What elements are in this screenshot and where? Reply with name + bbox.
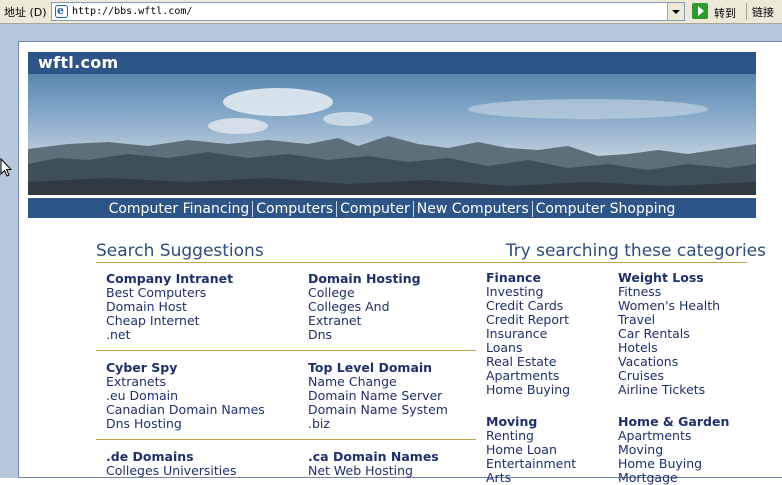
category-link[interactable]: Home Buying — [486, 383, 611, 397]
suggestion-link[interactable]: Best Computers — [106, 286, 296, 300]
category-group: Home & Garden Apartments Moving Home Buy… — [618, 415, 743, 485]
suggestion-link[interactable]: Extranets — [106, 375, 296, 389]
go-label: 转到 — [714, 7, 736, 20]
nav-link-computer-shopping[interactable]: Computer Shopping — [534, 199, 678, 219]
page-frame: wftl.com Computer Financing Computers Comp… — [0, 24, 782, 485]
nav-link-new-computers[interactable]: New Computers — [415, 199, 531, 219]
suggestion-link[interactable]: College — [308, 286, 498, 300]
toolbar-separator — [746, 3, 747, 20]
category-link[interactable]: Vacations — [618, 355, 743, 369]
suggestion-group: .ca Domain Names Net Web Hosting — [308, 450, 498, 478]
url-input[interactable]: e http://bbs.wftl.com/ — [51, 2, 685, 21]
suggestion-link[interactable]: Domain Name System — [308, 403, 498, 417]
nav-divider — [412, 200, 414, 217]
suggestion-link[interactable]: Colleges And — [308, 300, 498, 314]
suggestion-link[interactable]: Dns — [308, 328, 498, 342]
suggestion-link[interactable]: Colleges Universities — [106, 464, 296, 478]
categories-title: Try searching these categories — [505, 241, 766, 261]
nav-link-computer-financing[interactable]: Computer Financing — [107, 199, 252, 219]
address-bar: 地址 (D) e http://bbs.wftl.com/ 转到 链接 — [0, 0, 782, 24]
address-label: 地址 (D) — [4, 6, 47, 19]
suggestion-link[interactable]: .eu Domain — [106, 389, 296, 403]
nav-divider — [531, 200, 533, 217]
category-link[interactable]: Home Loan — [486, 443, 611, 457]
category-link[interactable]: Insurance — [486, 327, 611, 341]
suggestion-link[interactable]: Dns Hosting — [106, 417, 296, 431]
category-group: Finance Investing Credit Cards Credit Re… — [486, 271, 611, 397]
nav-link-computer[interactable]: Computer — [338, 199, 412, 219]
url-dropdown-button[interactable] — [667, 3, 684, 20]
go-arrow-icon — [692, 3, 708, 19]
suggestion-group: Top Level Domain Name Change Domain Name… — [308, 361, 498, 431]
suggestion-link[interactable]: Domain Name Server — [308, 389, 498, 403]
category-heading[interactable]: Home & Garden — [618, 415, 743, 429]
suggestion-link[interactable]: Extranet — [308, 314, 498, 328]
category-group: Weight Loss Fitness Women's Health Trave… — [618, 271, 743, 397]
suggestion-group: .de Domains Colleges Universities — [106, 450, 296, 478]
mouse-cursor-icon — [0, 158, 12, 177]
category-link[interactable]: Apartments — [486, 369, 611, 383]
suggestion-link[interactable]: Domain Host — [106, 300, 296, 314]
mountain-banner-image — [28, 74, 756, 195]
category-link[interactable]: Renting — [486, 429, 611, 443]
category-link[interactable]: Travel — [618, 313, 743, 327]
category-link[interactable]: Credit Report — [486, 313, 611, 327]
category-heading[interactable]: Finance — [486, 271, 611, 285]
suggestion-link[interactable]: Name Change — [308, 375, 498, 389]
suggestion-heading[interactable]: .de Domains — [106, 450, 296, 464]
suggestion-group: Domain Hosting College Colleges And Extr… — [308, 272, 498, 342]
nav-link-computers[interactable]: Computers — [254, 199, 335, 219]
suggestion-group: Company Intranet Best Computers Domain H… — [106, 272, 296, 342]
category-link[interactable]: Loans — [486, 341, 611, 355]
nav-bar: Computer Financing Computers Computer New C… — [28, 198, 756, 218]
category-link[interactable]: Real Estate — [486, 355, 611, 369]
page-content: wftl.com Computer Financing Computers Comp… — [18, 41, 782, 485]
suggestion-link[interactable]: .biz — [308, 417, 498, 431]
category-link[interactable]: Women's Health — [618, 299, 743, 313]
category-link[interactable]: Entertainment — [486, 457, 611, 471]
category-link[interactable]: Cruises — [618, 369, 743, 383]
nav-divider — [336, 200, 338, 217]
category-link[interactable]: Apartments — [618, 429, 743, 443]
url-text[interactable]: http://bbs.wftl.com/ — [72, 6, 192, 17]
category-link[interactable]: Hotels — [618, 341, 743, 355]
category-link[interactable]: Home Buying — [618, 457, 743, 471]
category-heading[interactable]: Weight Loss — [618, 271, 743, 285]
suggestion-heading[interactable]: Domain Hosting — [308, 272, 498, 286]
category-link[interactable]: Investing — [486, 285, 611, 299]
category-link[interactable]: Airline Tickets — [618, 383, 743, 397]
category-link[interactable]: Credit Cards — [486, 299, 611, 313]
ie-page-icon: e — [55, 4, 68, 18]
go-button[interactable]: 转到 — [690, 2, 742, 21]
suggestion-link[interactable]: Net Web Hosting — [308, 464, 498, 478]
category-link[interactable]: Fitness — [618, 285, 743, 299]
category-heading[interactable]: Moving — [486, 415, 611, 429]
suggestion-group: Cyber Spy Extranets .eu Domain Canadian … — [106, 361, 296, 431]
category-group: Moving Renting Home Loan Entertainment A… — [486, 415, 611, 485]
category-link[interactable]: Car Rentals — [618, 327, 743, 341]
category-link[interactable]: Arts — [486, 471, 611, 485]
site-title[interactable]: wftl.com — [38, 53, 119, 72]
suggestion-link[interactable]: .net — [106, 328, 296, 342]
site-header: wftl.com — [28, 52, 756, 74]
group-divider — [96, 439, 476, 440]
suggestion-heading[interactable]: Cyber Spy — [106, 361, 296, 375]
search-suggestions-title: Search Suggestions — [96, 241, 264, 261]
category-link[interactable]: Moving — [618, 443, 743, 457]
suggestion-heading[interactable]: .ca Domain Names — [308, 450, 498, 464]
suggestion-link[interactable]: Canadian Domain Names — [106, 403, 296, 417]
suggestion-link[interactable]: Cheap Internet — [106, 314, 296, 328]
title-divider — [96, 262, 747, 263]
suggestion-heading[interactable]: Company Intranet — [106, 272, 296, 286]
nav-divider — [252, 200, 254, 217]
category-link[interactable]: Mortgage — [618, 471, 743, 485]
group-divider — [96, 350, 476, 351]
suggestion-heading[interactable]: Top Level Domain — [308, 361, 498, 375]
links-button[interactable]: 链接 — [752, 4, 774, 20]
